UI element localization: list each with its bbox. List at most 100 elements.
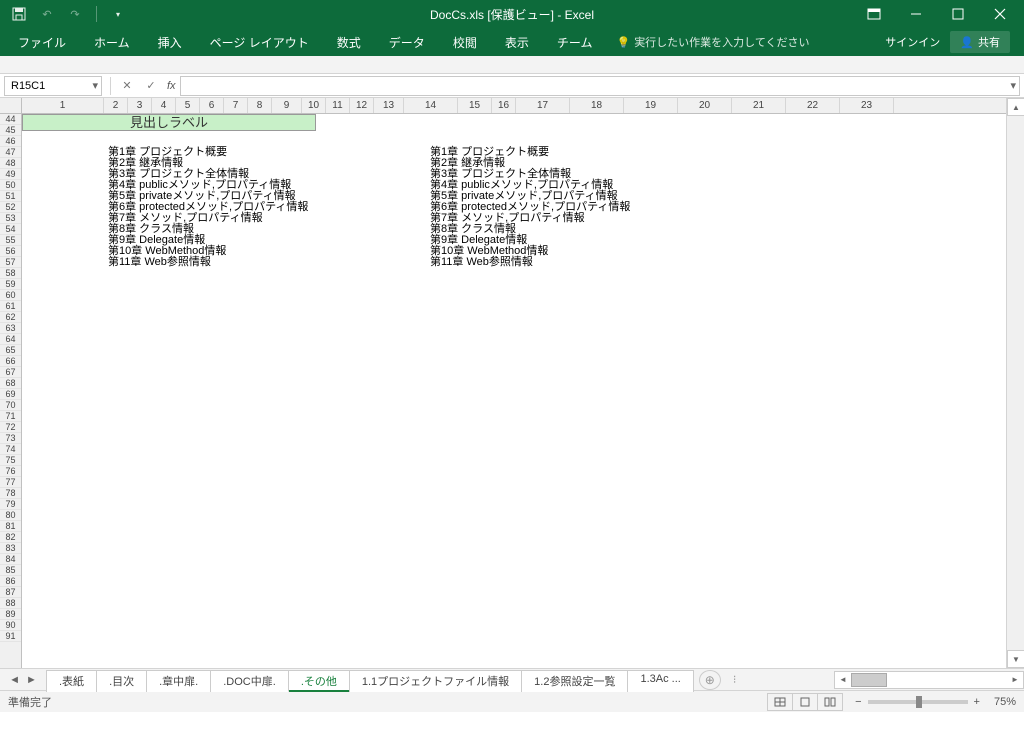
ribbon-options-button[interactable] [854, 1, 894, 27]
row-header[interactable]: 74 [0, 444, 21, 455]
row-header[interactable]: 49 [0, 169, 21, 180]
row-header[interactable]: 57 [0, 257, 21, 268]
normal-view-button[interactable] [767, 693, 793, 711]
row-header[interactable]: 59 [0, 279, 21, 290]
minimize-button[interactable] [896, 1, 936, 27]
tab-review[interactable]: 校閲 [441, 30, 489, 55]
row-header[interactable]: 51 [0, 191, 21, 202]
scroll-left-button[interactable]: ◄ [835, 672, 851, 688]
zoom-slider-thumb[interactable] [916, 696, 922, 708]
col-header[interactable]: 14 [404, 98, 458, 113]
sheet-tab[interactable]: 1.1プロジェクトファイル情報 [349, 670, 522, 692]
col-header[interactable]: 11 [326, 98, 350, 113]
col-header[interactable]: 13 [374, 98, 404, 113]
row-header[interactable]: 69 [0, 389, 21, 400]
maximize-button[interactable] [938, 1, 978, 27]
sheet-tab[interactable]: .その他 [288, 670, 350, 692]
sheet-tab[interactable]: .目次 [96, 670, 147, 692]
row-header[interactable]: 54 [0, 224, 21, 235]
heading-label-cell[interactable]: 見出しラベル [22, 114, 316, 131]
page-layout-view-button[interactable] [792, 693, 818, 711]
share-button[interactable]: 👤 共有 [950, 31, 1010, 53]
row-header[interactable]: 89 [0, 609, 21, 620]
col-header[interactable]: 2 [104, 98, 128, 113]
col-header[interactable]: 21 [732, 98, 786, 113]
row-header[interactable]: 82 [0, 532, 21, 543]
row-header[interactable]: 68 [0, 378, 21, 389]
tab-insert[interactable]: 挿入 [146, 30, 194, 55]
row-header[interactable]: 55 [0, 235, 21, 246]
row-header[interactable]: 72 [0, 422, 21, 433]
row-header[interactable]: 77 [0, 477, 21, 488]
row-header[interactable]: 88 [0, 598, 21, 609]
save-button[interactable] [8, 3, 30, 25]
row-header[interactable]: 79 [0, 499, 21, 510]
col-header[interactable]: 12 [350, 98, 374, 113]
zoom-out-button[interactable]: − [855, 696, 861, 708]
row-header[interactable]: 86 [0, 576, 21, 587]
tab-file[interactable]: ファイル [6, 30, 78, 55]
col-header[interactable]: 19 [624, 98, 678, 113]
col-header[interactable]: 8 [248, 98, 272, 113]
tell-me[interactable]: 💡 実行したい作業を入力してください [616, 34, 809, 50]
col-header[interactable]: 16 [492, 98, 516, 113]
zoom-in-button[interactable]: + [974, 696, 980, 708]
sign-in-link[interactable]: サインイン [885, 34, 940, 50]
row-header[interactable]: 67 [0, 367, 21, 378]
tab-formula[interactable]: 数式 [325, 30, 373, 55]
vertical-scrollbar[interactable]: ▲ ▼ [1006, 98, 1024, 668]
scroll-right-button[interactable]: ► [1007, 672, 1023, 688]
zoom-slider[interactable] [868, 700, 968, 704]
column-headers[interactable]: 1234567891011121314151617181920212223 [22, 98, 1006, 114]
row-header[interactable]: 64 [0, 334, 21, 345]
col-header[interactable]: 9 [272, 98, 302, 113]
col-header[interactable]: 20 [678, 98, 732, 113]
redo-button[interactable]: ↷ [64, 3, 86, 25]
col-header[interactable]: 6 [200, 98, 224, 113]
qat-dropdown[interactable]: ▾ [107, 3, 129, 25]
col-header[interactable]: 3 [128, 98, 152, 113]
row-header[interactable]: 81 [0, 521, 21, 532]
row-header[interactable]: 78 [0, 488, 21, 499]
fx-icon[interactable]: fx [167, 80, 176, 92]
formula-input[interactable]: ▾ [180, 76, 1020, 96]
new-sheet-button[interactable]: ⊕ [699, 670, 721, 690]
row-header[interactable]: 83 [0, 543, 21, 554]
col-header[interactable]: 5 [176, 98, 200, 113]
row-header[interactable]: 60 [0, 290, 21, 301]
col-header[interactable]: 10 [302, 98, 326, 113]
row-header[interactable]: 62 [0, 312, 21, 323]
close-button[interactable] [980, 1, 1020, 27]
sheet-tab[interactable]: .DOC中扉. [210, 670, 289, 692]
name-box[interactable]: R15C1 ▾ [4, 76, 102, 96]
row-header[interactable]: 61 [0, 301, 21, 312]
cancel-formula-button[interactable]: ✕ [115, 76, 139, 96]
row-header[interactable]: 58 [0, 268, 21, 279]
col-header[interactable]: 1 [22, 98, 104, 113]
row-header[interactable]: 56 [0, 246, 21, 257]
row-header[interactable]: 75 [0, 455, 21, 466]
row-header[interactable]: 71 [0, 411, 21, 422]
col-header[interactable]: 18 [570, 98, 624, 113]
chapter-row[interactable]: 第11章 Web参照情報 [430, 257, 630, 268]
chapter-row[interactable]: 第11章 Web参照情報 [108, 257, 308, 268]
row-header[interactable]: 84 [0, 554, 21, 565]
zoom-level[interactable]: 75% [994, 696, 1016, 708]
scroll-down-button[interactable]: ▼ [1007, 650, 1024, 668]
col-header[interactable]: 7 [224, 98, 248, 113]
row-header[interactable]: 76 [0, 466, 21, 477]
sheet-nav[interactable]: ◄► [0, 674, 46, 686]
row-header[interactable]: 70 [0, 400, 21, 411]
row-header[interactable]: 53 [0, 213, 21, 224]
tab-data[interactable]: データ [377, 30, 437, 55]
row-header[interactable]: 45 [0, 125, 21, 136]
sheet-tab[interactable]: .章中扉. [146, 670, 211, 692]
row-header[interactable]: 66 [0, 356, 21, 367]
row-header[interactable]: 85 [0, 565, 21, 576]
row-header[interactable]: 73 [0, 433, 21, 444]
undo-button[interactable]: ↶ [36, 3, 58, 25]
row-header[interactable]: 87 [0, 587, 21, 598]
row-header[interactable]: 80 [0, 510, 21, 521]
col-header[interactable]: 15 [458, 98, 492, 113]
row-header[interactable]: 52 [0, 202, 21, 213]
